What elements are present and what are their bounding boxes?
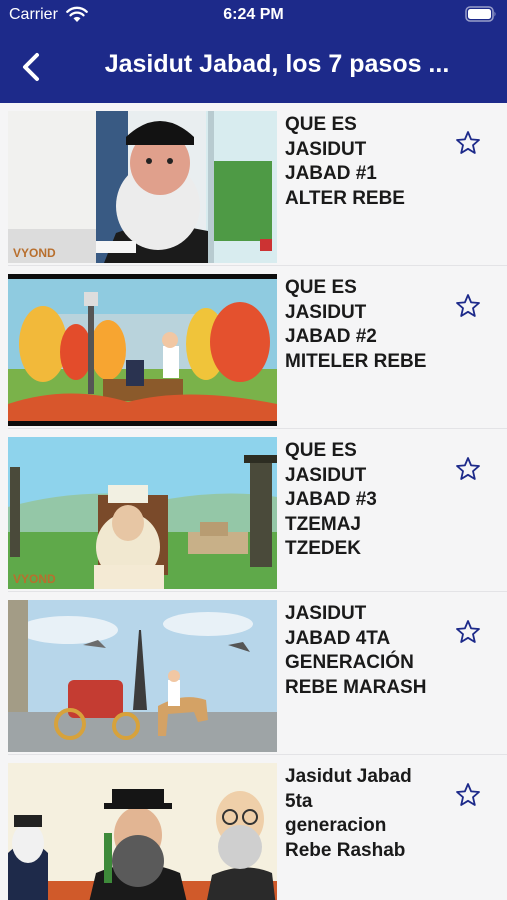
video-title: JASIDUT JABAD 4TA GENERACIÓN REBE MARASH	[285, 603, 427, 698]
page-title: Jasidut Jabad, los 7 pasos ...	[104, 50, 450, 78]
clock: 6:24 PM	[223, 6, 284, 23]
favorite-star-icon[interactable]	[455, 619, 481, 645]
thumbnail-tzemaj-tzedek-image: VYOND	[8, 437, 277, 589]
list-item[interactable]: JASIDUT JABAD 4TA GENERACIÓN REBE MARASH	[0, 592, 507, 755]
video-thumbnail[interactable]: VYOND	[8, 111, 277, 263]
video-title: QUE ES JASIDUT JABAD #2 MITELER REBE	[285, 277, 427, 372]
navigation-header: Carrier 6:24 PM Jasidut Jabad, los 7 pas…	[0, 0, 507, 103]
thumbnail-paris-carriage-image	[8, 600, 277, 752]
video-thumbnail[interactable]	[8, 600, 277, 752]
back-button[interactable]	[18, 50, 46, 84]
video-title: QUE ES JASIDUT JABAD #1 ALTER REBE	[285, 114, 405, 209]
thumbnail-rebe-rashab-image	[8, 763, 277, 900]
svg-text:VYOND: VYOND	[13, 572, 56, 586]
video-title: QUE ES JASIDUT JABAD #3 TZEMAJ TZEDEK	[285, 440, 377, 559]
video-list[interactable]: VYOND QUE ES JASIDUT JABAD #1 ALTER REBE	[0, 103, 507, 900]
thumbnail-alter-rebe-image: VYOND	[8, 111, 277, 263]
video-thumbnail[interactable]: VYOND	[8, 437, 277, 589]
status-bar: Carrier 6:24 PM	[0, 0, 507, 30]
favorite-star-icon[interactable]	[455, 456, 481, 482]
list-item[interactable]: VYOND QUE ES JASIDUT JABAD #1 ALTER REBE	[0, 103, 507, 266]
list-item[interactable]: Jasidut Jabad 5ta generacion Rebe Rashab	[0, 755, 507, 900]
list-item[interactable]: QUE ES JASIDUT JABAD #2 MITELER REBE	[0, 266, 507, 429]
svg-text:VYOND: VYOND	[13, 246, 56, 260]
thumbnail-park-scene-image	[8, 274, 277, 426]
video-thumbnail[interactable]	[8, 274, 277, 426]
video-thumbnail[interactable]	[8, 763, 277, 900]
list-item[interactable]: VYOND QUE ES JASIDUT JABAD #3 TZEMAJ TZE…	[0, 429, 507, 592]
favorite-star-icon[interactable]	[455, 782, 481, 808]
video-title: Jasidut Jabad 5ta generacion Rebe Rashab	[285, 766, 412, 861]
battery-icon	[465, 6, 496, 22]
favorite-star-icon[interactable]	[455, 293, 481, 319]
favorite-star-icon[interactable]	[455, 130, 481, 156]
